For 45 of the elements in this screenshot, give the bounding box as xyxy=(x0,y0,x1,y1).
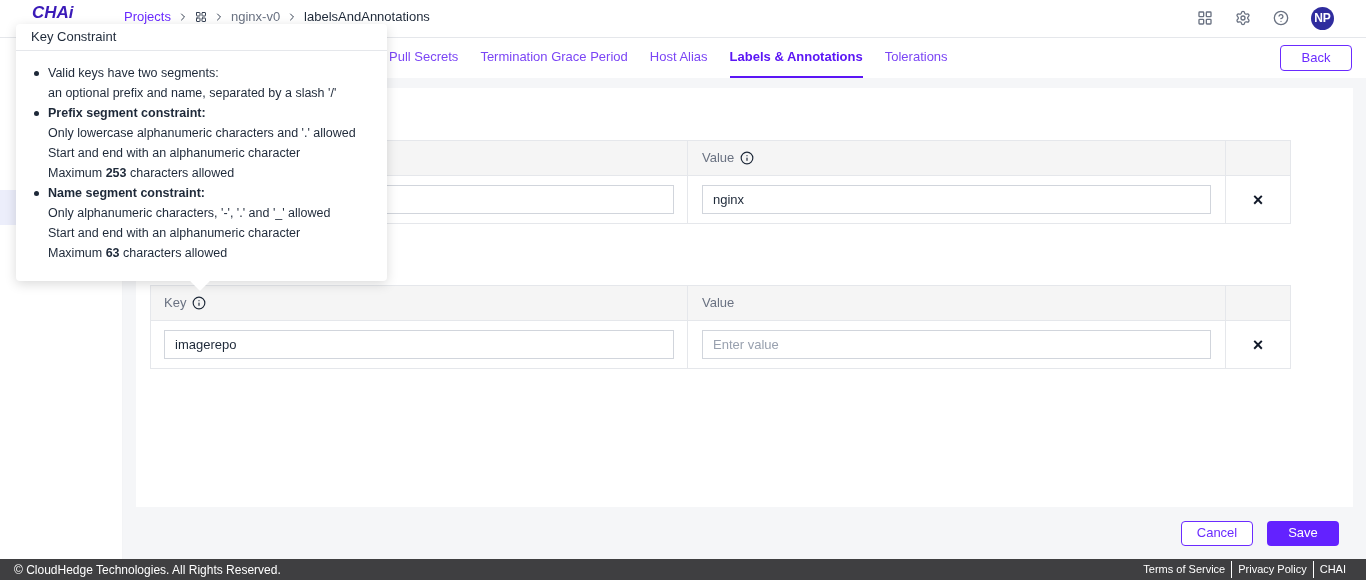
column-header: Value xyxy=(702,149,735,168)
save-button[interactable]: Save xyxy=(1267,520,1339,546)
tab[interactable]: Termination Grace Period xyxy=(480,38,628,78)
tab[interactable]: Pull Secrets xyxy=(389,38,459,78)
bullet-icon xyxy=(34,191,39,196)
tab[interactable]: Tolerations xyxy=(884,38,948,78)
info-icon[interactable] xyxy=(192,296,207,310)
constraint-text: Maximum 253 characters allowed xyxy=(48,165,236,182)
remove-button[interactable]: × xyxy=(1252,335,1264,354)
breadcrumb-item[interactable]: Projects xyxy=(124,7,171,27)
info-icon[interactable] xyxy=(740,151,755,165)
copyright-text: © CloudHedge Technologies. All Rights Reserved. xyxy=(14,561,281,579)
breadcrumb-item[interactable]: nginx-v0 xyxy=(230,7,281,27)
key-field[interactable]: imagerepo xyxy=(164,330,674,359)
bullet-icon xyxy=(34,111,39,116)
remove-button[interactable]: × xyxy=(1252,190,1264,209)
constraint-heading: Valid keys have two segments: xyxy=(48,65,220,82)
constraint-heading: Name segment constraint: xyxy=(48,185,206,202)
footer-link[interactable]: CHAI xyxy=(1312,561,1352,578)
value-field[interactable]: nginx xyxy=(702,185,1211,214)
tooltip-title: Key Constraint xyxy=(16,24,387,51)
cancel-button[interactable]: Cancel xyxy=(1181,520,1253,546)
tab[interactable]: Host Alias xyxy=(649,38,708,78)
constraint-text: an optional prefix and name, separated by a slash '/' xyxy=(48,85,338,102)
bullet-icon xyxy=(34,71,39,76)
constraint-text: Only alphanumeric characters, '-', '.' and '_' allowed xyxy=(48,205,332,222)
settings-icon[interactable] xyxy=(1235,10,1251,26)
constraint-text: Start and end with an alphanumeric character xyxy=(48,145,302,162)
column-header: Key xyxy=(164,294,187,313)
back-button[interactable]: Back xyxy=(1280,45,1352,71)
constraint-text: Maximum 63 characters allowed xyxy=(48,245,229,262)
column-header: Value xyxy=(702,294,735,313)
grid-icon[interactable] xyxy=(194,11,207,23)
tab[interactable]: Labels & Annotations xyxy=(729,38,863,78)
constraint-text: Only lowercase alphanumeric characters and '.' allowed xyxy=(48,125,357,142)
footer-link[interactable]: Terms of Service xyxy=(1137,561,1232,578)
constraint-heading: Prefix segment constraint: xyxy=(48,105,207,122)
constraint-text: Start and end with an alphanumeric character xyxy=(48,225,302,242)
breadcrumb-item: labelsAndAnnotations xyxy=(304,8,430,27)
apps-icon[interactable] xyxy=(1197,10,1213,26)
avatar[interactable]: NP xyxy=(1311,6,1334,30)
value-field[interactable]: Enter value xyxy=(702,330,1211,359)
help-icon[interactable] xyxy=(1273,10,1289,26)
footer-link[interactable]: Privacy Policy xyxy=(1231,561,1313,578)
logo[interactable]: CHAi xyxy=(32,3,124,22)
